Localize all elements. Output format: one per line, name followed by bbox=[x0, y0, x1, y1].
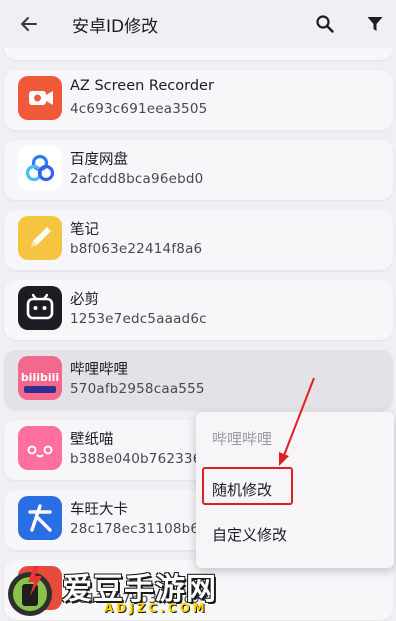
app-android-id: 1253e7edc5aaad6c bbox=[70, 311, 207, 327]
menu-item-custom-modify[interactable]: 自定义修改 bbox=[196, 512, 394, 556]
filter-button[interactable] bbox=[360, 9, 390, 39]
chewang-icon bbox=[18, 496, 62, 540]
app-window: 安卓ID修改 AZ Screen Recorder 4c693c691eea35… bbox=[0, 0, 396, 621]
menu-item-random-modify[interactable]: 随机修改 bbox=[196, 467, 394, 511]
app-name: 笔记 bbox=[70, 222, 99, 238]
bijian-icon bbox=[18, 286, 62, 330]
app-name: 车旺大卡 bbox=[70, 502, 128, 518]
menu-header: 哔哩哔哩 bbox=[196, 416, 394, 460]
app-android-id: b8f063e22414f8a6 bbox=[70, 241, 203, 257]
svg-text:bilibili: bilibili bbox=[21, 371, 59, 384]
watermark-logo-icon bbox=[8, 566, 52, 616]
app-android-id: b388e040b762336 bbox=[70, 451, 202, 467]
search-icon bbox=[316, 15, 334, 33]
bilibili-icon: bilibili bbox=[18, 356, 62, 400]
app-android-id: 4c693c691eea3505 bbox=[70, 101, 208, 117]
context-menu: 哔哩哔哩 随机修改 自定义修改 bbox=[196, 412, 394, 568]
list-item[interactable]: 百度网盘 2afcdd8bca96ebd0 bbox=[4, 140, 393, 200]
arrow-back-icon bbox=[21, 17, 37, 31]
list-item-selected[interactable]: bilibili 哔哩哔哩 570afb2958caa555 bbox=[4, 350, 393, 410]
az-recorder-icon bbox=[18, 76, 62, 120]
app-name: 必剪 bbox=[70, 292, 99, 308]
baidu-netdisk-icon bbox=[18, 146, 62, 190]
app-name: 哔哩哔哩 bbox=[70, 362, 128, 378]
menu-header-label: 哔哩哔哩 bbox=[212, 430, 273, 448]
watermark: 爱豆手游网 ADJZC.COM bbox=[0, 560, 396, 621]
back-button[interactable] bbox=[14, 9, 44, 39]
app-android-id: 570afb2958caa555 bbox=[70, 381, 205, 397]
app-name: 壁纸喵 bbox=[70, 432, 114, 448]
filter-icon bbox=[367, 17, 383, 31]
app-name: AZ Screen Recorder bbox=[70, 78, 214, 94]
app-android-id: 28c178ec31108b6c bbox=[70, 521, 207, 537]
list-item[interactable]: 必剪 1253e7edc5aaad6c bbox=[4, 280, 393, 340]
app-name: 百度网盘 bbox=[70, 152, 128, 168]
menu-item-label: 自定义修改 bbox=[212, 526, 288, 544]
search-button[interactable] bbox=[310, 9, 340, 39]
menu-item-label: 随机修改 bbox=[212, 481, 273, 499]
app-android-id: 2afcdd8bca96ebd0 bbox=[70, 171, 204, 187]
list-item[interactable]: 笔记 b8f063e22414f8a6 bbox=[4, 210, 393, 270]
notes-pencil-icon bbox=[18, 216, 62, 260]
page-title: 安卓ID修改 bbox=[72, 17, 159, 37]
wallpaper-cat-icon bbox=[18, 426, 62, 470]
list-item[interactable]: AZ Screen Recorder 4c693c691eea3505 bbox=[4, 70, 393, 130]
watermark-url: ADJZC.COM bbox=[104, 601, 208, 615]
top-app-bar: 安卓ID修改 bbox=[0, 0, 396, 48]
